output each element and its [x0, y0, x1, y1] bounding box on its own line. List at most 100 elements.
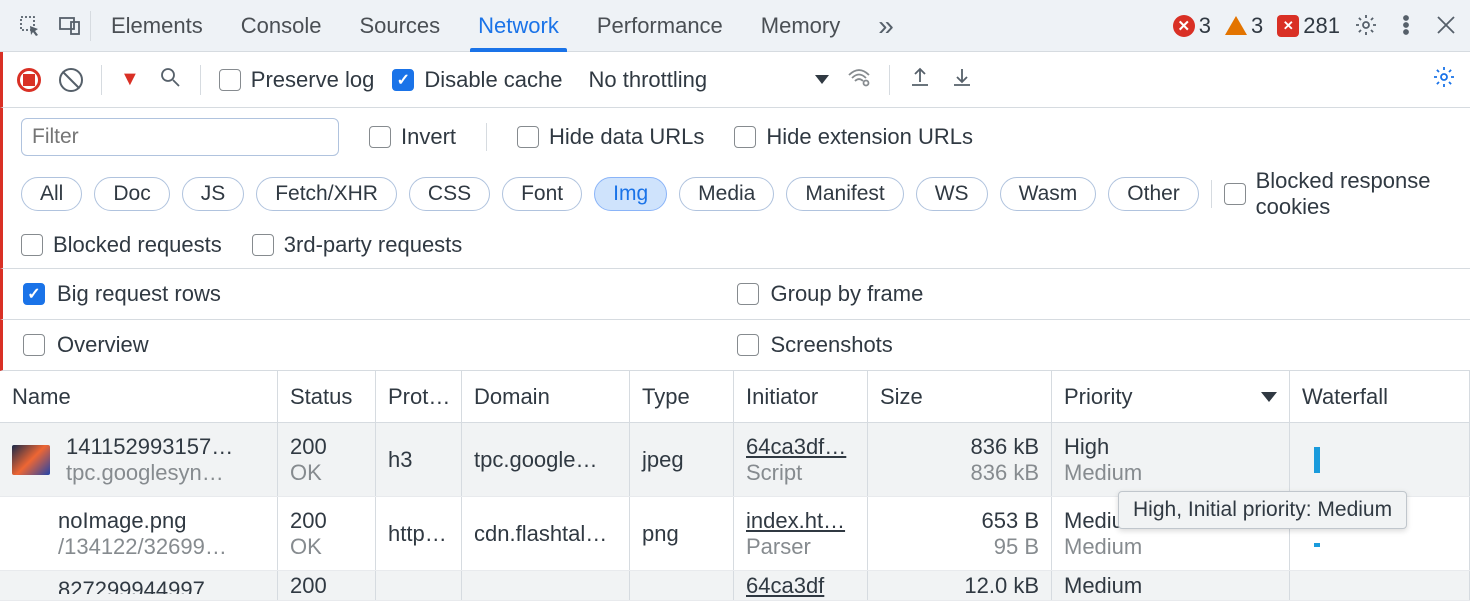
pill-all[interactable]: All — [21, 177, 82, 211]
pill-doc[interactable]: Doc — [94, 177, 169, 211]
cell-status: 200OK — [278, 423, 376, 496]
priority-tooltip: High, Initial priority: Medium — [1118, 491, 1407, 529]
cell-protocol: h3 — [376, 423, 462, 496]
separator — [200, 65, 201, 95]
column-waterfall[interactable]: Waterfall — [1290, 371, 1470, 422]
cell-type: jpeg — [630, 423, 734, 496]
tabbar-right: ✕3 3 ✕281 — [1173, 13, 1460, 39]
hide-data-urls-checkbox[interactable]: Hide data URLs — [517, 124, 704, 150]
cell-status: 200 — [278, 571, 376, 600]
invert-checkbox[interactable]: Invert — [369, 124, 456, 150]
warnings-badge[interactable]: 3 — [1225, 13, 1263, 39]
record-button[interactable] — [17, 68, 41, 92]
pill-ws[interactable]: WS — [916, 177, 988, 211]
inspect-icon[interactable] — [10, 6, 50, 46]
pill-css[interactable]: CSS — [409, 177, 490, 211]
pill-font[interactable]: Font — [502, 177, 582, 211]
devtools-tabbar: Elements Console Sources Network Perform… — [0, 0, 1470, 52]
tab-console[interactable]: Console — [241, 0, 322, 51]
separator — [101, 65, 102, 95]
preserve-log-label: Preserve log — [251, 67, 375, 93]
column-priority[interactable]: Priority — [1052, 371, 1290, 422]
network-conditions-icon[interactable] — [847, 65, 871, 95]
tab-elements[interactable]: Elements — [111, 0, 203, 51]
more-tabs-icon[interactable]: » — [878, 10, 894, 42]
screenshots-checkbox[interactable]: Screenshots — [737, 332, 1451, 358]
cell-size: 653 B95 B — [868, 497, 1052, 570]
cell-protocol: http… — [376, 497, 462, 570]
throttling-select[interactable]: No throttling — [589, 67, 830, 93]
cell-initiator: 64ca3df — [734, 571, 868, 600]
device-toggle-icon[interactable] — [50, 6, 90, 46]
chevron-down-icon — [815, 75, 829, 84]
big-rows-checkbox[interactable]: Big request rows — [23, 281, 737, 307]
cell-priority: HighMedium — [1052, 423, 1290, 496]
download-har-icon[interactable] — [950, 65, 974, 95]
column-size[interactable]: Size — [868, 371, 1052, 422]
pill-manifest[interactable]: Manifest — [786, 177, 903, 211]
cell-type: png — [630, 497, 734, 570]
upload-har-icon[interactable] — [908, 65, 932, 95]
errors-badge[interactable]: ✕3 — [1173, 13, 1211, 39]
preserve-log-checkbox[interactable]: Preserve log — [219, 67, 375, 93]
sort-desc-icon — [1261, 392, 1277, 402]
cell-domain: cdn.flashtal… — [462, 497, 630, 570]
pill-other[interactable]: Other — [1108, 177, 1199, 211]
filter-icon[interactable]: ▼ — [120, 68, 140, 91]
third-party-checkbox[interactable]: 3rd-party requests — [252, 232, 463, 258]
network-toolbar: ▼ Preserve log Disable cache No throttli… — [0, 52, 1470, 108]
display-options-row2: Overview Screenshots — [0, 320, 1470, 371]
column-domain[interactable]: Domain — [462, 371, 630, 422]
pill-fetch-xhr[interactable]: Fetch/XHR — [256, 177, 397, 211]
filter-bar: Invert Hide data URLs Hide extension URL… — [0, 108, 1470, 269]
pill-img[interactable]: Img — [594, 177, 667, 211]
cell-initiator: index.ht…Parser — [734, 497, 868, 570]
settings-gear-icon[interactable] — [1432, 65, 1456, 95]
column-type[interactable]: Type — [630, 371, 734, 422]
cell-size: 12.0 kB — [868, 571, 1052, 600]
warning-icon — [1225, 16, 1247, 35]
close-icon[interactable] — [1434, 13, 1460, 39]
hide-extension-urls-checkbox[interactable]: Hide extension URLs — [734, 124, 973, 150]
display-options-row1: Big request rows Group by frame — [0, 269, 1470, 320]
column-initiator[interactable]: Initiator — [734, 371, 868, 422]
table-header: Name Status Prot… Domain Type Initiator … — [0, 371, 1470, 423]
pill-js[interactable]: JS — [182, 177, 245, 211]
kebab-icon[interactable] — [1394, 13, 1420, 39]
disable-cache-checkbox[interactable]: Disable cache — [392, 67, 562, 93]
search-icon[interactable] — [158, 65, 182, 95]
filter-input[interactable] — [21, 118, 339, 156]
clear-button[interactable] — [59, 68, 83, 92]
table-row[interactable]: noImage.png/134122/32699… 200OK http… cd… — [0, 497, 1470, 571]
cell-name: 141152993157…tpc.googlesyn… — [0, 423, 278, 496]
table-row[interactable]: 141152993157…tpc.googlesyn… 200OK h3 tpc… — [0, 423, 1470, 497]
cell-domain: tpc.google… — [462, 423, 630, 496]
disable-cache-label: Disable cache — [424, 67, 562, 93]
column-protocol[interactable]: Prot… — [376, 371, 462, 422]
group-by-frame-checkbox[interactable]: Group by frame — [737, 281, 1451, 307]
hidden-badge[interactable]: ✕281 — [1277, 13, 1340, 39]
column-name[interactable]: Name — [0, 371, 278, 422]
gear-icon[interactable] — [1354, 13, 1380, 39]
blocked-cookies-checkbox[interactable]: Blocked response cookies — [1224, 168, 1452, 220]
cell-name: noImage.png/134122/32699… — [0, 497, 278, 570]
pill-media[interactable]: Media — [679, 177, 774, 211]
cell-initiator: 64ca3df…Script — [734, 423, 868, 496]
cell-size: 836 kB836 kB — [868, 423, 1052, 496]
tab-network[interactable]: Network — [478, 0, 559, 51]
pill-wasm[interactable]: Wasm — [1000, 177, 1097, 211]
column-status[interactable]: Status — [278, 371, 376, 422]
panel-tabs: Elements Console Sources Network Perform… — [111, 0, 894, 51]
table-row[interactable]: 827299944997 200 64ca3df 12.0 kB Medium — [0, 571, 1470, 601]
overview-checkbox[interactable]: Overview — [23, 332, 737, 358]
separator — [889, 65, 890, 95]
cell-name: 827299944997 — [0, 571, 278, 600]
blocked-requests-checkbox[interactable]: Blocked requests — [21, 232, 222, 258]
thumbnail-icon — [12, 445, 50, 475]
tab-performance[interactable]: Performance — [597, 0, 723, 51]
separator — [90, 11, 91, 41]
tab-memory[interactable]: Memory — [761, 0, 840, 51]
tab-sources[interactable]: Sources — [359, 0, 440, 51]
cell-priority: Medium — [1052, 571, 1290, 600]
cell-waterfall — [1290, 423, 1470, 496]
